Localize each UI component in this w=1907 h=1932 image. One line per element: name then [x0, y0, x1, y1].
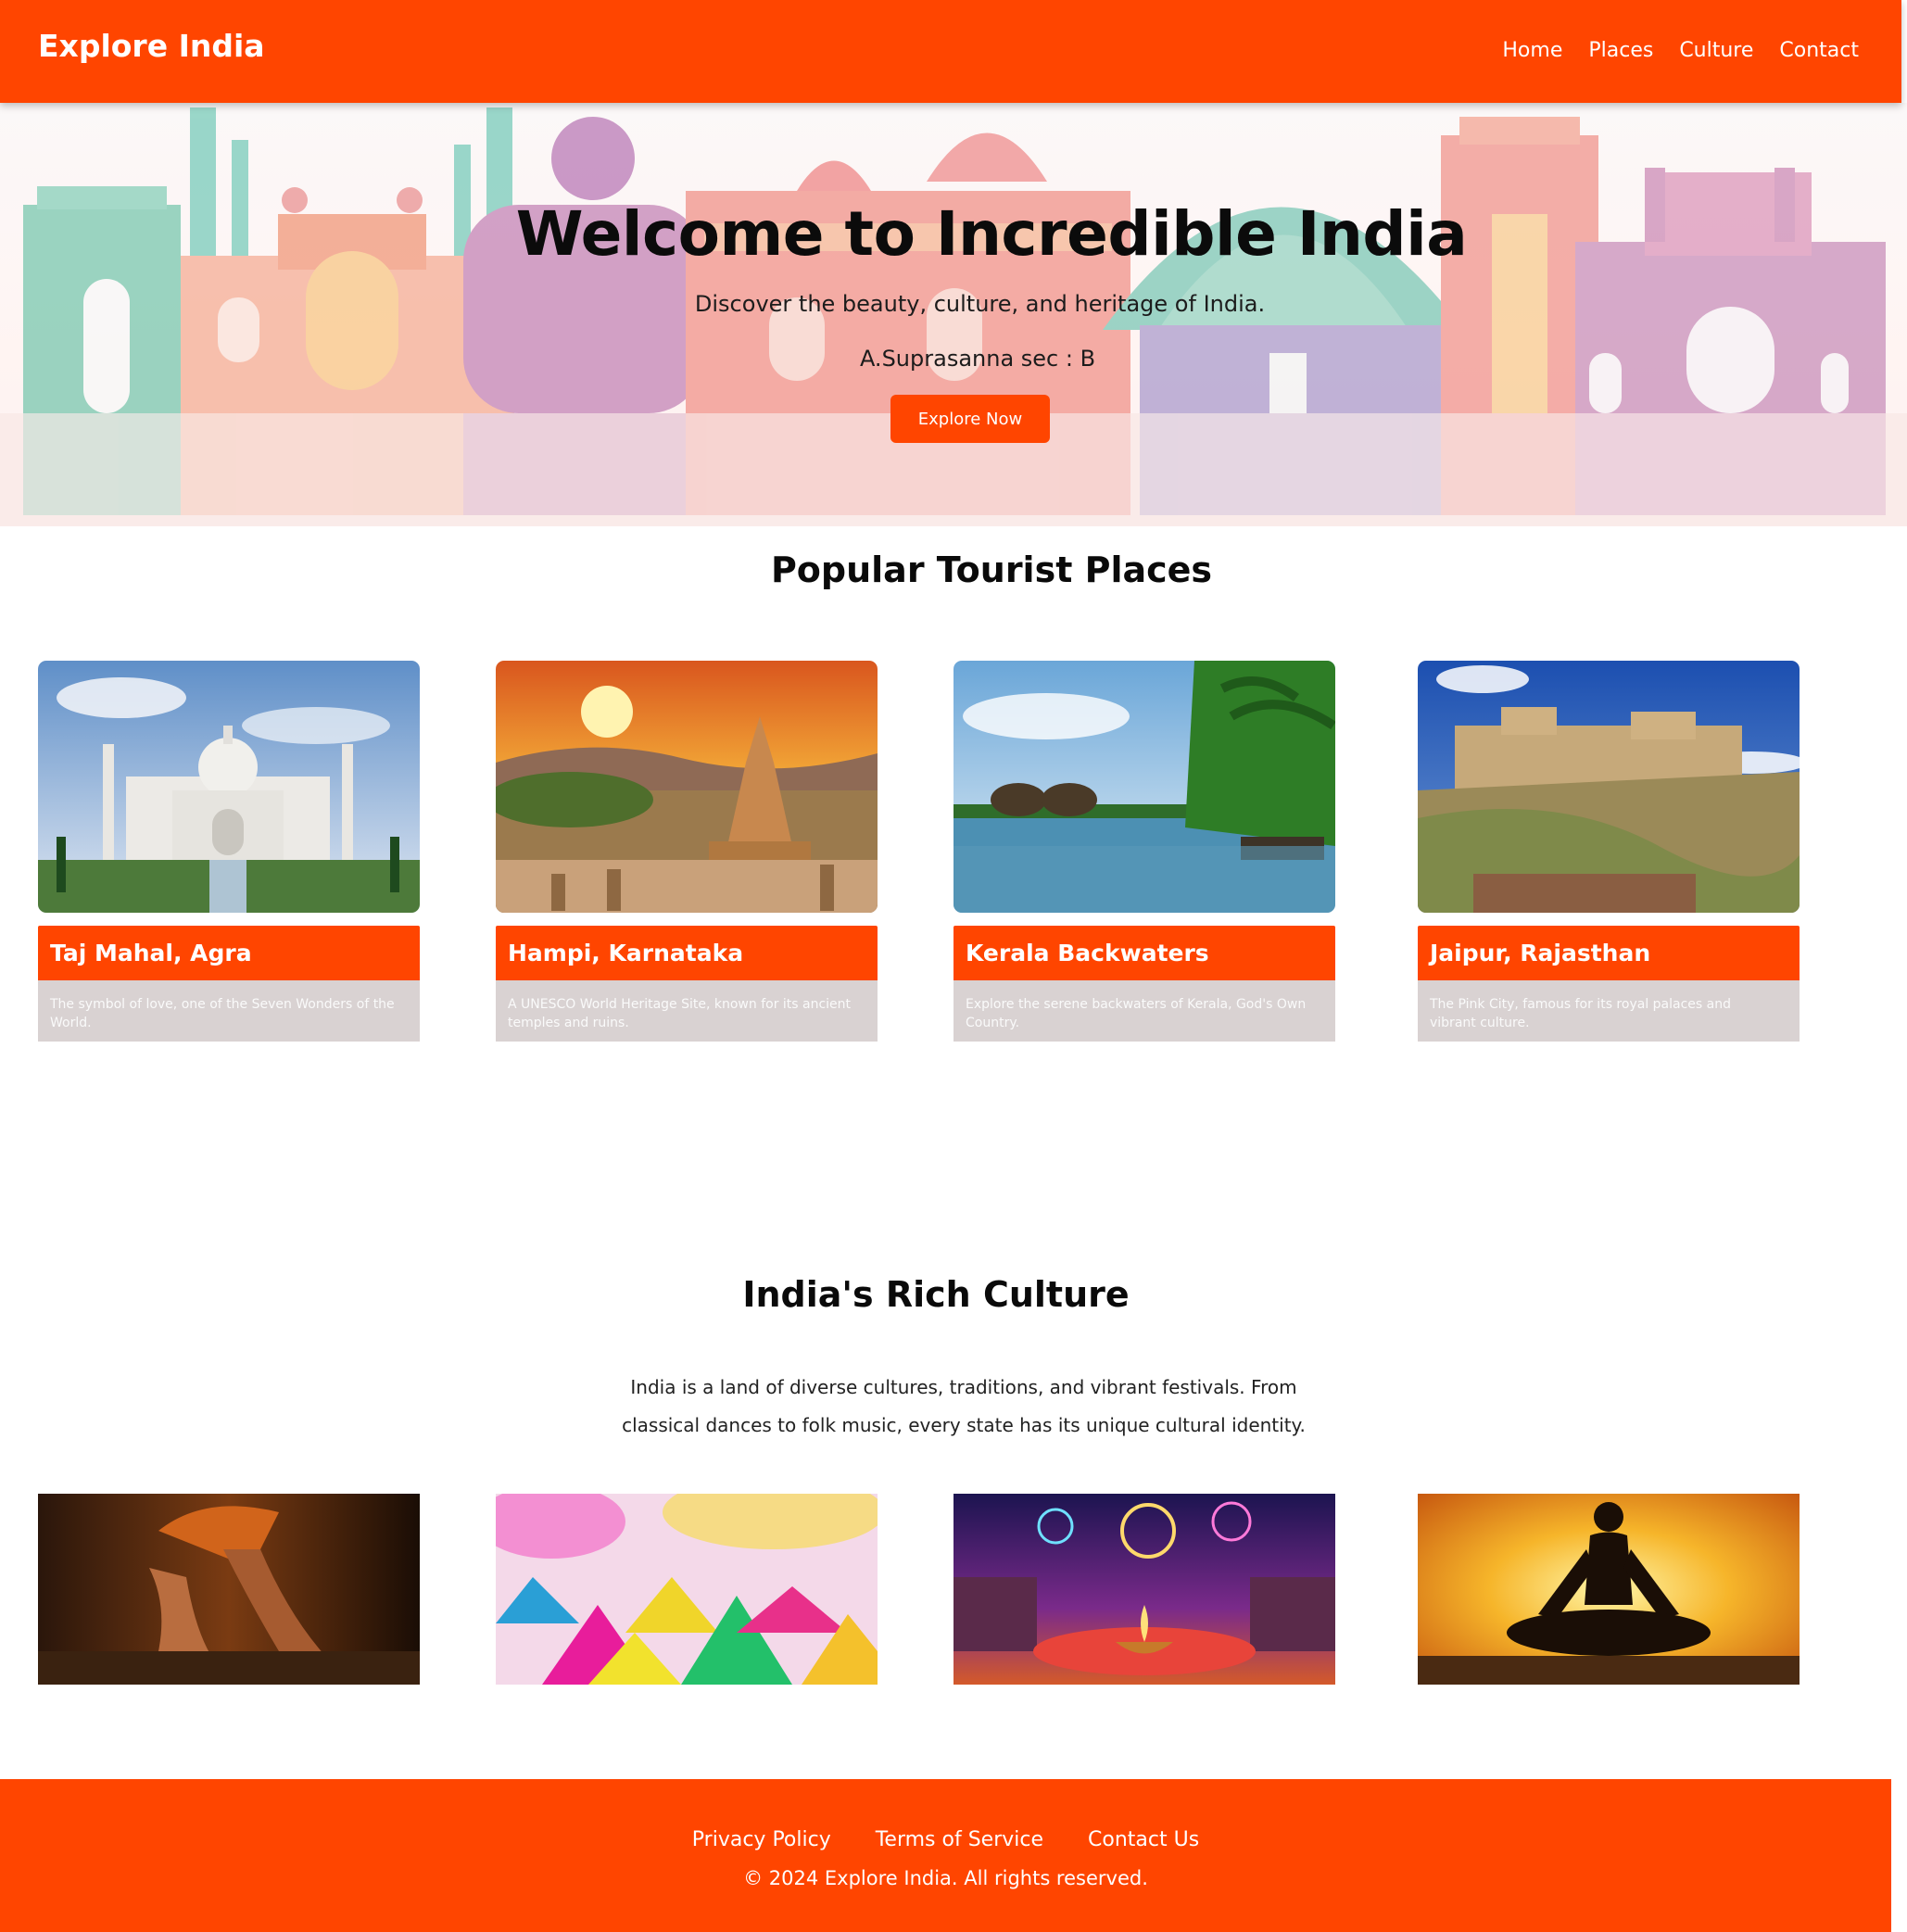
- terms-of-service-link[interactable]: Terms of Service: [876, 1828, 1043, 1851]
- place-card-desc: Explore the serene backwaters of Kerala,…: [954, 980, 1335, 1042]
- explore-now-button[interactable]: Explore Now: [890, 395, 1050, 443]
- place-card-title: Jaipur, Rajasthan: [1418, 926, 1800, 980]
- place-card-kerala[interactable]: Kerala Backwaters Explore the serene bac…: [954, 661, 1335, 1042]
- hero-title: Welcome to Incredible India: [515, 198, 1468, 270]
- place-card-title: Kerala Backwaters: [954, 926, 1335, 980]
- nav-link-contact[interactable]: Contact: [1779, 39, 1859, 62]
- yoga-silhouette-image: [1418, 1494, 1800, 1685]
- place-card-title: Taj Mahal, Agra: [38, 926, 420, 980]
- taj-mahal-image: [38, 661, 420, 913]
- nav-link-home[interactable]: Home: [1502, 39, 1562, 62]
- place-card-hampi[interactable]: Hampi, Karnataka A UNESCO World Heritage…: [496, 661, 878, 1042]
- holi-colors-image: [496, 1494, 878, 1685]
- footer-links: Privacy Policy Terms of Service Contact …: [0, 1828, 1891, 1851]
- place-card-jaipur[interactable]: Jaipur, Rajasthan The Pink City, famous …: [1418, 661, 1800, 1042]
- culture-description: India is a land of diverse cultures, tra…: [622, 1376, 1306, 1436]
- places-heading: Popular Tourist Places: [770, 549, 1213, 590]
- footer: Privacy Policy Terms of Service Contact …: [0, 1779, 1891, 1932]
- hero-banner: Welcome to Incredible India Discover the…: [0, 103, 1907, 526]
- nav-links: Home Places Culture Contact: [1502, 39, 1859, 62]
- contact-us-link[interactable]: Contact Us: [1088, 1828, 1199, 1851]
- hero-subtitle: Discover the beauty, culture, and herita…: [694, 291, 1266, 317]
- hero-author: A.Suprasanna sec : B: [859, 346, 1096, 372]
- privacy-policy-link[interactable]: Privacy Policy: [692, 1828, 831, 1851]
- place-card-desc: A UNESCO World Heritage Site, known for …: [496, 980, 878, 1042]
- brand-logo[interactable]: Explore India: [38, 28, 265, 64]
- nav-link-places[interactable]: Places: [1588, 39, 1653, 62]
- place-card-desc: The symbol of love, one of the Seven Won…: [38, 980, 420, 1042]
- diwali-festival-image: [954, 1494, 1335, 1685]
- jaipur-fort-image: [1418, 661, 1800, 913]
- culture-heading: India's Rich Culture: [742, 1274, 1130, 1315]
- classical-dance-image: [38, 1494, 420, 1685]
- navbar: Explore India Home Places Culture Contac…: [0, 0, 1901, 103]
- place-card-taj-mahal[interactable]: Taj Mahal, Agra The symbol of love, one …: [38, 661, 420, 1042]
- place-card-title: Hampi, Karnataka: [496, 926, 878, 980]
- kerala-backwaters-image: [954, 661, 1335, 913]
- nav-link-culture[interactable]: Culture: [1679, 39, 1753, 62]
- hampi-image: [496, 661, 878, 913]
- copyright-text: © 2024 Explore India. All rights reserve…: [743, 1867, 1148, 1889]
- place-card-desc: The Pink City, famous for its royal pala…: [1418, 980, 1800, 1042]
